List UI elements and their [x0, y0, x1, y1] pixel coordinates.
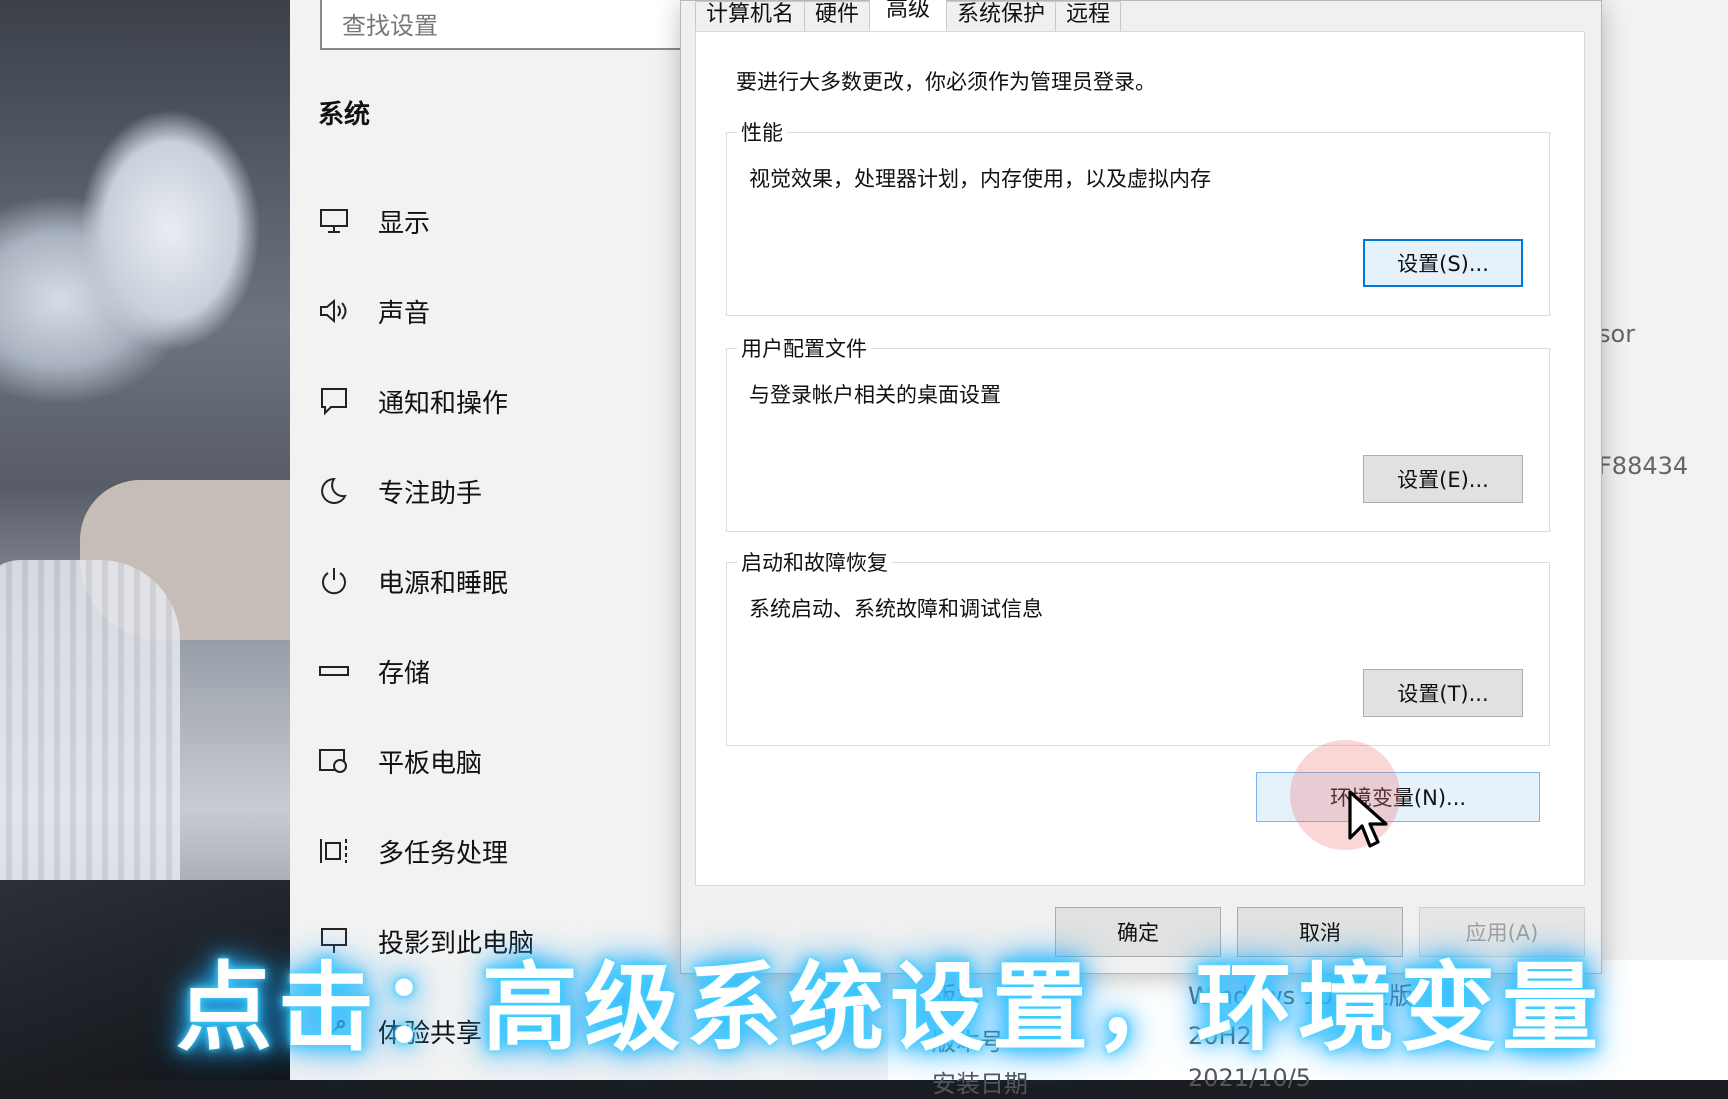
- performance-desc: 视觉效果，处理器计划，内存使用，以及虚拟内存: [749, 167, 1211, 191]
- environment-variables-button[interactable]: 环境变量(N)...: [1256, 772, 1540, 822]
- advanced-tab-panel: 要进行大多数更改，你必须作为管理员登录。 性能 视觉效果，处理器计划，内存使用，…: [695, 31, 1585, 886]
- startup-recovery-settings-button[interactable]: 设置(T)...: [1363, 669, 1523, 717]
- performance-settings-button[interactable]: 设置(S)...: [1363, 239, 1523, 287]
- sidebar-item-sound[interactable]: 声音: [316, 286, 430, 336]
- install-date-label: 安装日期: [932, 1070, 1028, 1098]
- admin-note: 要进行大多数更改，你必须作为管理员登录。: [736, 70, 1156, 94]
- startup-recovery-title: 启动和故障恢复: [737, 547, 892, 577]
- performance-group: 性能 视觉效果，处理器计划，内存使用，以及虚拟内存 设置(S)...: [726, 117, 1550, 316]
- system-properties-dialog: 计算机名 硬件 高级 系统保护 远程 要进行大多数更改，你必须作为管理员登录。 …: [680, 0, 1602, 974]
- performance-title: 性能: [737, 117, 787, 147]
- device-id-fragment: F88434: [1598, 452, 1689, 480]
- mouse-cursor-icon: [1348, 790, 1388, 848]
- sidebar-item-multitasking[interactable]: 多任务处理: [316, 826, 508, 876]
- monitor-icon: [316, 203, 352, 239]
- user-profiles-settings-button[interactable]: 设置(E)...: [1363, 455, 1523, 503]
- settings-search-input[interactable]: 查找设置: [320, 0, 710, 50]
- sidebar-item-label: 专注助手: [378, 478, 483, 509]
- tab-advanced[interactable]: 高级: [869, 0, 948, 32]
- tab-computer-name[interactable]: 计算机名: [695, 1, 806, 32]
- tutorial-caption: 点击：高级系统设置，环境变量: [176, 952, 1604, 1064]
- sidebar-item-display[interactable]: 显示: [316, 196, 430, 246]
- sidebar-item-label: 声音: [378, 298, 431, 329]
- tab-hardware[interactable]: 硬件: [804, 1, 871, 32]
- sidebar-item-focus-assist[interactable]: 专注助手: [316, 466, 482, 516]
- sidebar-item-label: 显示: [378, 208, 431, 239]
- sidebar-item-label: 多任务处理: [378, 838, 509, 869]
- storage-icon: [316, 653, 352, 689]
- user-profiles-desc: 与登录帐户相关的桌面设置: [749, 383, 1001, 407]
- notification-icon: [316, 383, 352, 419]
- sidebar-item-tablet[interactable]: 平板电脑: [316, 736, 482, 786]
- dialog-tabs: 计算机名 硬件 高级 系统保护 远程: [695, 0, 1122, 32]
- sidebar-item-storage[interactable]: 存储: [316, 646, 430, 696]
- sidebar-item-label: 通知和操作: [378, 388, 509, 419]
- section-title: 系统: [318, 100, 371, 130]
- tab-remote[interactable]: 远程: [1055, 1, 1122, 32]
- sidebar-item-label: 电源和睡眠: [378, 568, 509, 599]
- desktop-wallpaper: [0, 0, 290, 1080]
- wallpaper-sleeve: [0, 560, 180, 900]
- sidebar-item-label: 平板电脑: [378, 748, 483, 779]
- power-icon: [316, 563, 352, 599]
- sidebar-item-notifications[interactable]: 通知和操作: [316, 376, 508, 426]
- startup-recovery-group: 启动和故障恢复 系统启动、系统故障和调试信息 设置(T)...: [726, 547, 1550, 746]
- multitask-icon: [316, 833, 352, 869]
- search-placeholder: 查找设置: [342, 12, 438, 40]
- sidebar-item-power[interactable]: 电源和睡眠: [316, 556, 508, 606]
- speaker-icon: [316, 293, 352, 329]
- tab-system-protection[interactable]: 系统保护: [946, 1, 1057, 32]
- user-profiles-group: 用户配置文件 与登录帐户相关的桌面设置 设置(E)...: [726, 333, 1550, 532]
- user-profiles-title: 用户配置文件: [737, 333, 871, 363]
- moon-icon: [316, 473, 352, 509]
- startup-recovery-desc: 系统启动、系统故障和调试信息: [749, 597, 1043, 621]
- sidebar-item-label: 存储: [378, 658, 431, 689]
- processor-fragment: sor: [1598, 320, 1636, 348]
- tablet-icon: [316, 743, 352, 779]
